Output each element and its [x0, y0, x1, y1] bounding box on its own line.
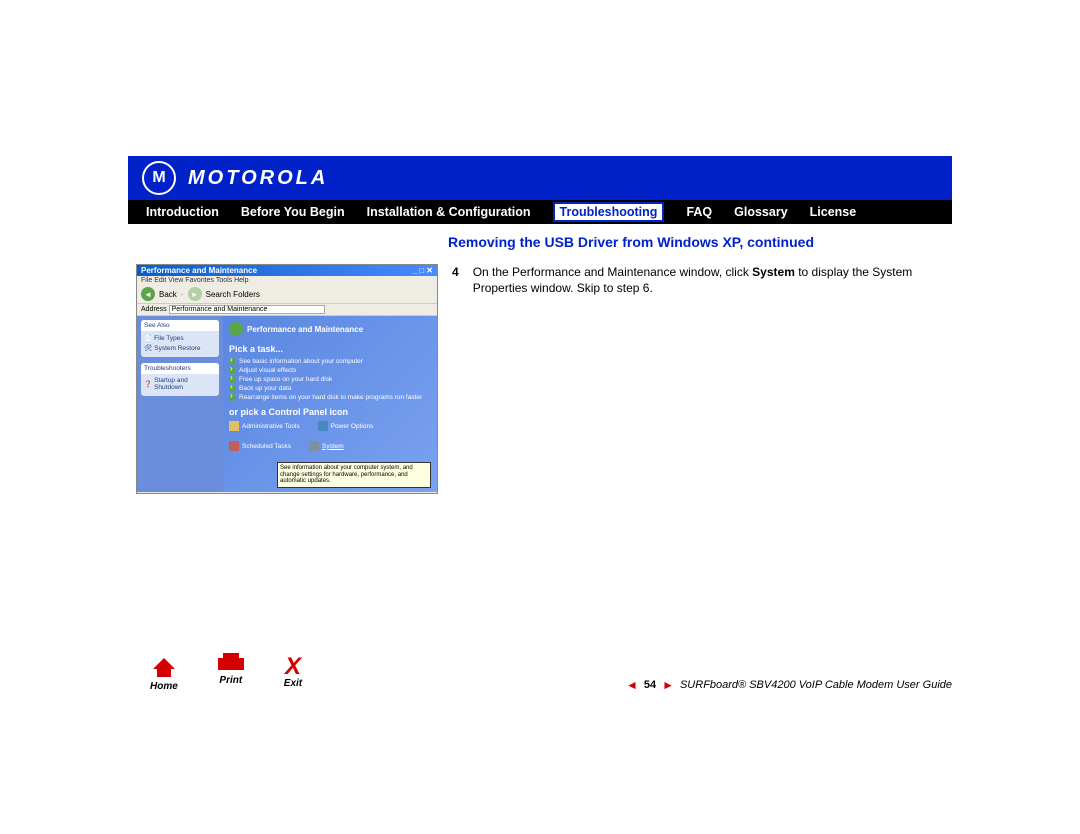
home-icon	[153, 658, 175, 669]
xp-titlebar: Performance and Maintenance _ □ ✕	[137, 265, 437, 276]
side-item: ❓ Startup and Shutdown	[144, 377, 216, 391]
nav-troubleshooting[interactable]: Troubleshooting	[553, 202, 665, 222]
page-number: 54	[644, 679, 656, 691]
troubleshooters-box: Troubleshooters ❓ Startup and Shutdown	[141, 363, 219, 396]
task-item: Back up your data	[229, 385, 431, 392]
trouble-head: Troubleshooters	[141, 363, 219, 374]
cp-icon: Scheduled Tasks	[229, 441, 291, 451]
guide-title: SURFboard® SBV4200 VoIP Cable Modem User…	[680, 679, 952, 691]
exit-label: Exit	[284, 678, 302, 689]
pm-title-text: Performance and Maintenance	[247, 325, 363, 334]
nav-license[interactable]: License	[810, 205, 857, 219]
home-button[interactable]: Home	[150, 658, 178, 692]
see-also-head: See Also	[141, 320, 219, 331]
toolbar-items: Search Folders	[206, 290, 260, 299]
xp-main-panel: Performance and Maintenance Pick a task.…	[223, 316, 437, 492]
task-item: See basic information about your compute…	[229, 358, 431, 365]
print-label: Print	[219, 675, 242, 686]
task-item: Adjust visual effects	[229, 367, 431, 374]
brand-name: MOTOROLA	[188, 167, 328, 190]
xp-address-bar: Address Performance and Maintenance	[137, 304, 437, 316]
task-item: Rearrange items on your hard disk to mak…	[229, 394, 431, 401]
nav-glossary[interactable]: Glossary	[734, 205, 788, 219]
addr-label: Address	[141, 306, 167, 313]
motorola-logo-icon: M	[142, 161, 176, 195]
nav-faq[interactable]: FAQ	[686, 205, 712, 219]
print-icon	[218, 658, 244, 670]
cp-icon-system: System	[309, 441, 344, 451]
task-item: Free up space on your hard disk	[229, 376, 431, 383]
toolbar-back-label: Back	[159, 290, 177, 299]
page-indicator: ◄ 54 ► SURFboard® SBV4200 VoIP Cable Mod…	[626, 678, 952, 692]
cp-icons: Administrative Tools Power Options Sched…	[229, 421, 431, 451]
step-before: On the Performance and Maintenance windo…	[473, 265, 752, 279]
side-item: 📄 File Types	[144, 334, 216, 342]
pick-icon-head: or pick a Control Panel icon	[229, 407, 431, 417]
nav-installation[interactable]: Installation & Configuration	[367, 205, 531, 219]
xp-body: See Also 📄 File Types 🛠 System Restore T…	[137, 316, 437, 492]
logo-letter: M	[152, 169, 165, 187]
xp-toolbar: ◄ Back • ► Search Folders	[137, 285, 437, 304]
content-row: Performance and Maintenance _ □ ✕ File E…	[128, 264, 952, 494]
pm-title-icon	[229, 322, 243, 336]
pm-title: Performance and Maintenance	[229, 322, 431, 336]
bullet-icon	[229, 394, 236, 401]
step-text: 4 On the Performance and Maintenance win…	[452, 264, 952, 296]
home-label: Home	[150, 681, 178, 692]
side-item: 🛠 System Restore	[144, 344, 216, 352]
xp-screenshot: Performance and Maintenance _ □ ✕ File E…	[136, 264, 438, 494]
brand-header: M MOTOROLA	[128, 156, 952, 200]
cp-icon: Power Options	[318, 421, 374, 431]
addr-value: Performance and Maintenance	[169, 305, 325, 314]
next-page-icon[interactable]: ►	[662, 678, 674, 692]
exit-button[interactable]: X Exit	[284, 658, 302, 692]
see-also-box: See Also 📄 File Types 🛠 System Restore	[141, 320, 219, 357]
section-title: Removing the USB Driver from Windows XP,…	[448, 234, 952, 250]
exit-icon: X	[285, 658, 301, 676]
doc-controls: Home Print X Exit	[150, 658, 302, 692]
nav-before-you-begin[interactable]: Before You Begin	[241, 205, 345, 219]
page-footer: Home Print X Exit ◄ 54 ► SURFboard® SBV4…	[128, 658, 952, 692]
xp-menu-bar: File Edit View Favorites Tools Help	[137, 276, 437, 285]
xp-sidebar: See Also 📄 File Types 🛠 System Restore T…	[137, 316, 223, 492]
print-button[interactable]: Print	[218, 658, 244, 692]
prev-page-icon[interactable]: ◄	[626, 678, 638, 692]
step-bold: System	[752, 265, 795, 279]
pick-task-head: Pick a task...	[229, 344, 431, 354]
nav-introduction[interactable]: Introduction	[146, 205, 219, 219]
cp-icon: Administrative Tools	[229, 421, 300, 431]
back-icon: ◄	[141, 287, 155, 301]
nav-bar: Introduction Before You Begin Installati…	[128, 200, 952, 224]
step-number: 4	[452, 264, 459, 296]
step-body: On the Performance and Maintenance windo…	[473, 264, 944, 296]
xp-window-title: Performance and Maintenance	[141, 266, 257, 275]
forward-icon: ►	[188, 287, 202, 301]
xp-window-controls: _ □ ✕	[413, 266, 433, 275]
document-page: M MOTOROLA Introduction Before You Begin…	[128, 156, 952, 494]
system-tooltip: See information about your computer syst…	[277, 462, 431, 488]
